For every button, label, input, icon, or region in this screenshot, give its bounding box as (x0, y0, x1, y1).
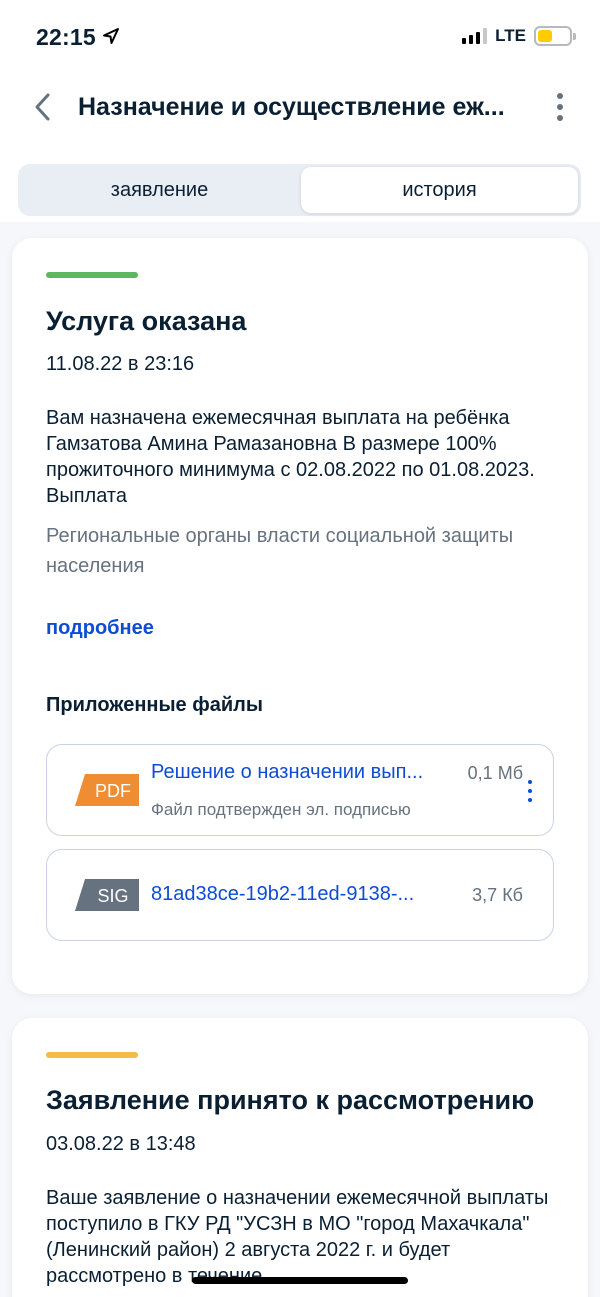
history-event-card: Услуга оказана 11.08.22 в 23:16 Вам назн… (12, 238, 588, 994)
attached-files-title: Приложенные файлы (46, 694, 263, 716)
tab-history[interactable]: история (301, 167, 578, 213)
file-signature-status: Файл подтвержден эл. подписью (151, 800, 411, 819)
file-size: 0,1 Мб (467, 763, 523, 783)
app-header: Назначение и осуществление еж... (0, 76, 600, 162)
home-indicator[interactable] (192, 1277, 408, 1284)
page-title: Назначение и осуществление еж... (78, 93, 505, 121)
event-title: Услуга оказана (46, 306, 247, 336)
signal-icon (462, 28, 488, 44)
chevron-left-icon (35, 93, 50, 121)
event-date: 11.08.22 в 23:16 (46, 353, 195, 375)
status-accent-bar (46, 272, 138, 278)
more-vertical-icon[interactable] (548, 90, 572, 124)
tab-application[interactable]: заявление (21, 167, 298, 213)
network-type: LTE (495, 26, 526, 45)
event-date: 03.08.22 в 13:48 (46, 1133, 196, 1155)
sig-badge-label: SIG (97, 886, 128, 906)
more-link[interactable]: подробнее (46, 617, 154, 640)
event-text: Вам назначена ежемесячная выплата на реб… (46, 407, 535, 507)
event-title: Заявление принято к рассмотрению (46, 1085, 535, 1115)
back-button[interactable] (28, 90, 58, 124)
status-accent-bar (46, 1052, 138, 1058)
segmented-tabs: заявление история (18, 164, 581, 216)
file-name[interactable]: 81ad38ce-19b2-11ed-9138-... (151, 883, 451, 906)
status-time-label: 22:15 (36, 24, 96, 50)
file-item-sig[interactable]: SIG 81ad38ce-19b2-11ed-9138-... 3,7 Кб (46, 849, 554, 941)
sig-file-icon: SIG (75, 879, 139, 911)
event-organization: Региональные органы власти социальной за… (46, 525, 514, 577)
file-item-pdf[interactable]: PDF Решение о назначении вып... 0,1 Мб Ф… (46, 744, 554, 836)
history-event-card: Заявление принято к рассмотрению 03.08.2… (12, 1018, 588, 1297)
location-arrow-icon (102, 24, 120, 51)
file-size: 3,7 Кб (472, 885, 523, 905)
file-more-icon[interactable] (525, 780, 535, 802)
pdf-badge-label: PDF (95, 781, 131, 801)
battery-icon (534, 26, 576, 46)
status-bar: 22:15 LTE (0, 0, 600, 76)
status-indicators: LTE (462, 26, 576, 46)
pdf-file-icon: PDF (75, 774, 139, 806)
file-name[interactable]: Решение о назначении вып... (151, 761, 451, 784)
event-text: Ваше заявление о назначении ежемесячной … (46, 1187, 549, 1287)
status-time: 22:15 (36, 24, 120, 51)
